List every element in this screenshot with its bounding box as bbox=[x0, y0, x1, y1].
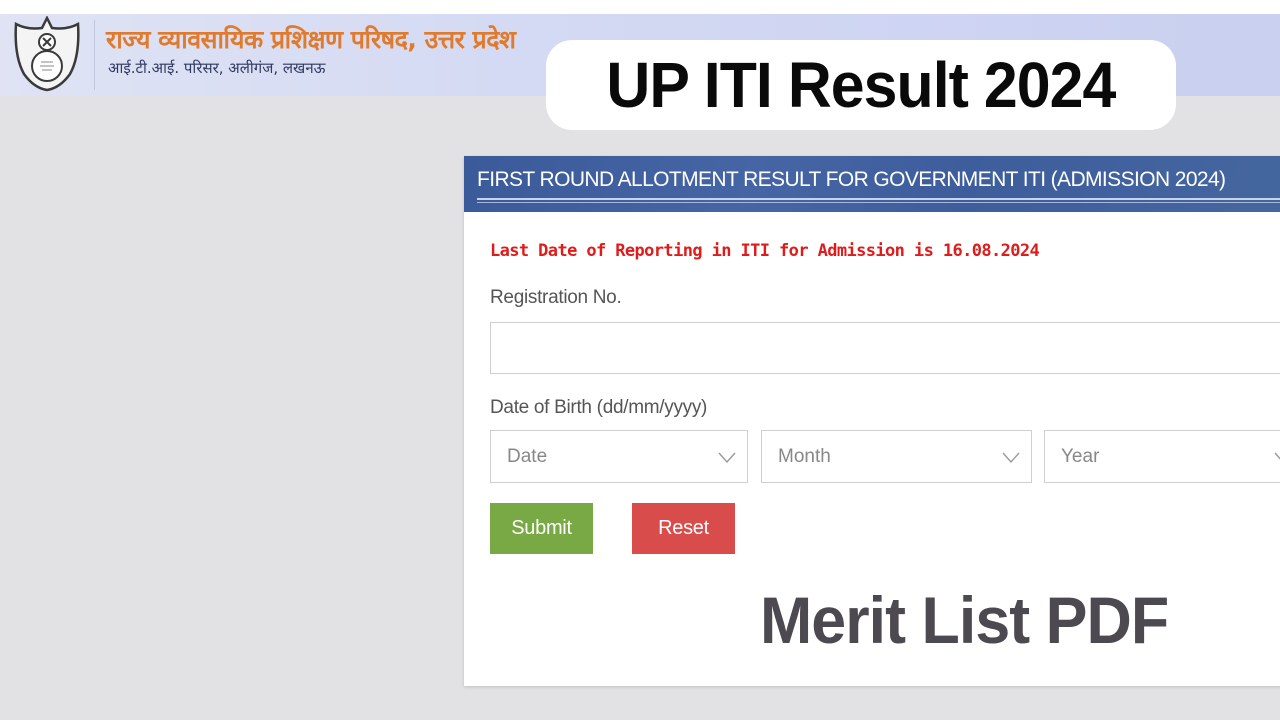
top-strip bbox=[0, 0, 1280, 14]
header-divider bbox=[94, 20, 95, 90]
year-select[interactable]: Year bbox=[1044, 430, 1280, 483]
panel-title-rule bbox=[477, 198, 1280, 203]
reporting-deadline-notice: Last Date of Reporting in ITI for Admiss… bbox=[490, 241, 1040, 261]
date-select-value: Date bbox=[507, 446, 548, 467]
registration-label: Registration No. bbox=[490, 287, 622, 308]
year-select-value: Year bbox=[1061, 446, 1100, 467]
month-select-value: Month bbox=[778, 446, 831, 467]
chevron-down-icon bbox=[1274, 452, 1280, 460]
banner-title: UP ITI Result 2024 bbox=[606, 49, 1117, 121]
panel-header: FIRST ROUND ALLOTMENT RESULT FOR GOVERNM… bbox=[464, 156, 1280, 212]
dob-label: Date of Birth (dd/mm/yyyy) bbox=[490, 397, 708, 418]
merit-list-caption: Merit List PDF bbox=[760, 583, 1169, 657]
org-address: आई.टी.आई. परिसर, अलीगंज, लखनऊ bbox=[108, 59, 326, 77]
title-badge: UP ITI Result 2024 bbox=[546, 40, 1176, 130]
chevron-down-icon bbox=[1002, 452, 1020, 464]
emblem-shield-icon bbox=[14, 16, 80, 92]
org-name: राज्य व्यावसायिक प्रशिक्षण परिषद, उत्तर … bbox=[106, 25, 516, 54]
submit-button[interactable]: Submit bbox=[490, 503, 593, 554]
chevron-down-icon bbox=[718, 452, 736, 464]
date-select[interactable]: Date bbox=[490, 430, 748, 483]
reset-button[interactable]: Reset bbox=[632, 503, 735, 554]
registration-input[interactable] bbox=[490, 322, 1280, 374]
month-select[interactable]: Month bbox=[761, 430, 1032, 483]
panel-title: FIRST ROUND ALLOTMENT RESULT FOR GOVERNM… bbox=[477, 168, 1226, 191]
